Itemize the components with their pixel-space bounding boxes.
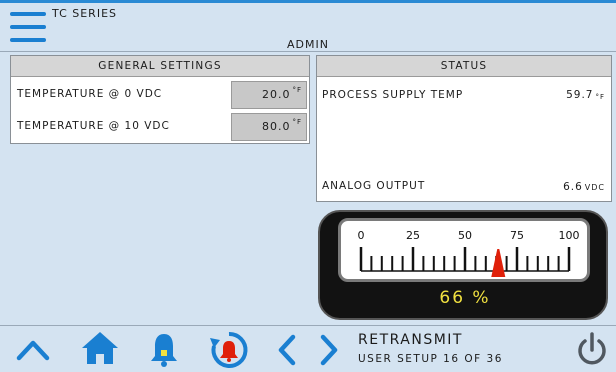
status-value: 59.7 (566, 89, 594, 101)
power-icon[interactable] (574, 331, 610, 372)
setting-row-temp-0vdc: TEMPERATURE @ 0 VDC 20.0 °F (11, 80, 309, 110)
status-value: 6.6 (563, 181, 583, 193)
top-accent-line (0, 0, 616, 3)
setting-label: TEMPERATURE @ 10 VDC (17, 120, 170, 132)
analog-output-gauge: 0 25 50 75 100 66 % (318, 210, 608, 320)
home-icon[interactable] (80, 330, 120, 370)
setting-unit: °F (292, 86, 302, 94)
temp-0vdc-field[interactable]: 20.0 °F (231, 81, 307, 109)
status-value-group: 6.6 VDC (563, 180, 605, 196)
menu-bar-2 (10, 25, 46, 29)
alarm-history-icon[interactable] (208, 330, 250, 372)
gauge-face: 0 25 50 75 100 (338, 218, 590, 282)
temp-10vdc-field[interactable]: 80.0 °F (231, 113, 307, 141)
gauge-tick-label: 50 (458, 229, 472, 242)
status-value-group: 59.7 °F (566, 89, 605, 105)
status-unit: °F (595, 93, 605, 101)
bell-icon[interactable] (148, 330, 180, 372)
setting-value: 20.0 (261, 88, 291, 101)
status-panel: STATUS PROCESS SUPPLY TEMP 59.7 °F ANALOG… (316, 55, 612, 202)
setting-unit: °F (292, 118, 302, 126)
screen-title: RETRANSMIT (358, 332, 463, 348)
general-settings-title: GENERAL SETTINGS (11, 56, 309, 77)
status-title: STATUS (317, 56, 611, 77)
screen-subtitle: USER SETUP 16 OF 36 (358, 353, 503, 365)
footer-divider (0, 325, 616, 326)
status-label: PROCESS SUPPLY TEMP (322, 89, 464, 101)
gauge-needle (491, 249, 506, 277)
chevron-left-icon[interactable] (276, 334, 298, 370)
status-unit: VDC (584, 183, 605, 192)
chevron-right-icon[interactable] (318, 334, 340, 370)
gauge-tick-label: 0 (358, 229, 365, 242)
setting-row-temp-10vdc: TEMPERATURE @ 10 VDC 80.0 °F (11, 112, 309, 142)
gauge-readout: 66 % (439, 288, 491, 308)
chevron-up-icon[interactable] (16, 334, 50, 368)
header-divider (0, 51, 616, 52)
setting-label: TEMPERATURE @ 0 VDC (17, 88, 163, 100)
series-label: TC SERIES (52, 7, 118, 20)
gauge-tick-label: 75 (510, 229, 524, 242)
setting-value: 80.0 (261, 120, 291, 133)
menu-bar-1 (10, 12, 46, 16)
user-level-label: ADMIN (287, 38, 329, 51)
general-settings-panel: GENERAL SETTINGS TEMPERATURE @ 0 VDC 20.… (10, 55, 310, 144)
status-label: ANALOG OUTPUT (322, 180, 426, 192)
gauge-tick-label: 25 (406, 229, 420, 242)
gauge-scale: 0 25 50 75 100 (358, 229, 580, 277)
gauge-tick-label: 100 (559, 229, 580, 242)
